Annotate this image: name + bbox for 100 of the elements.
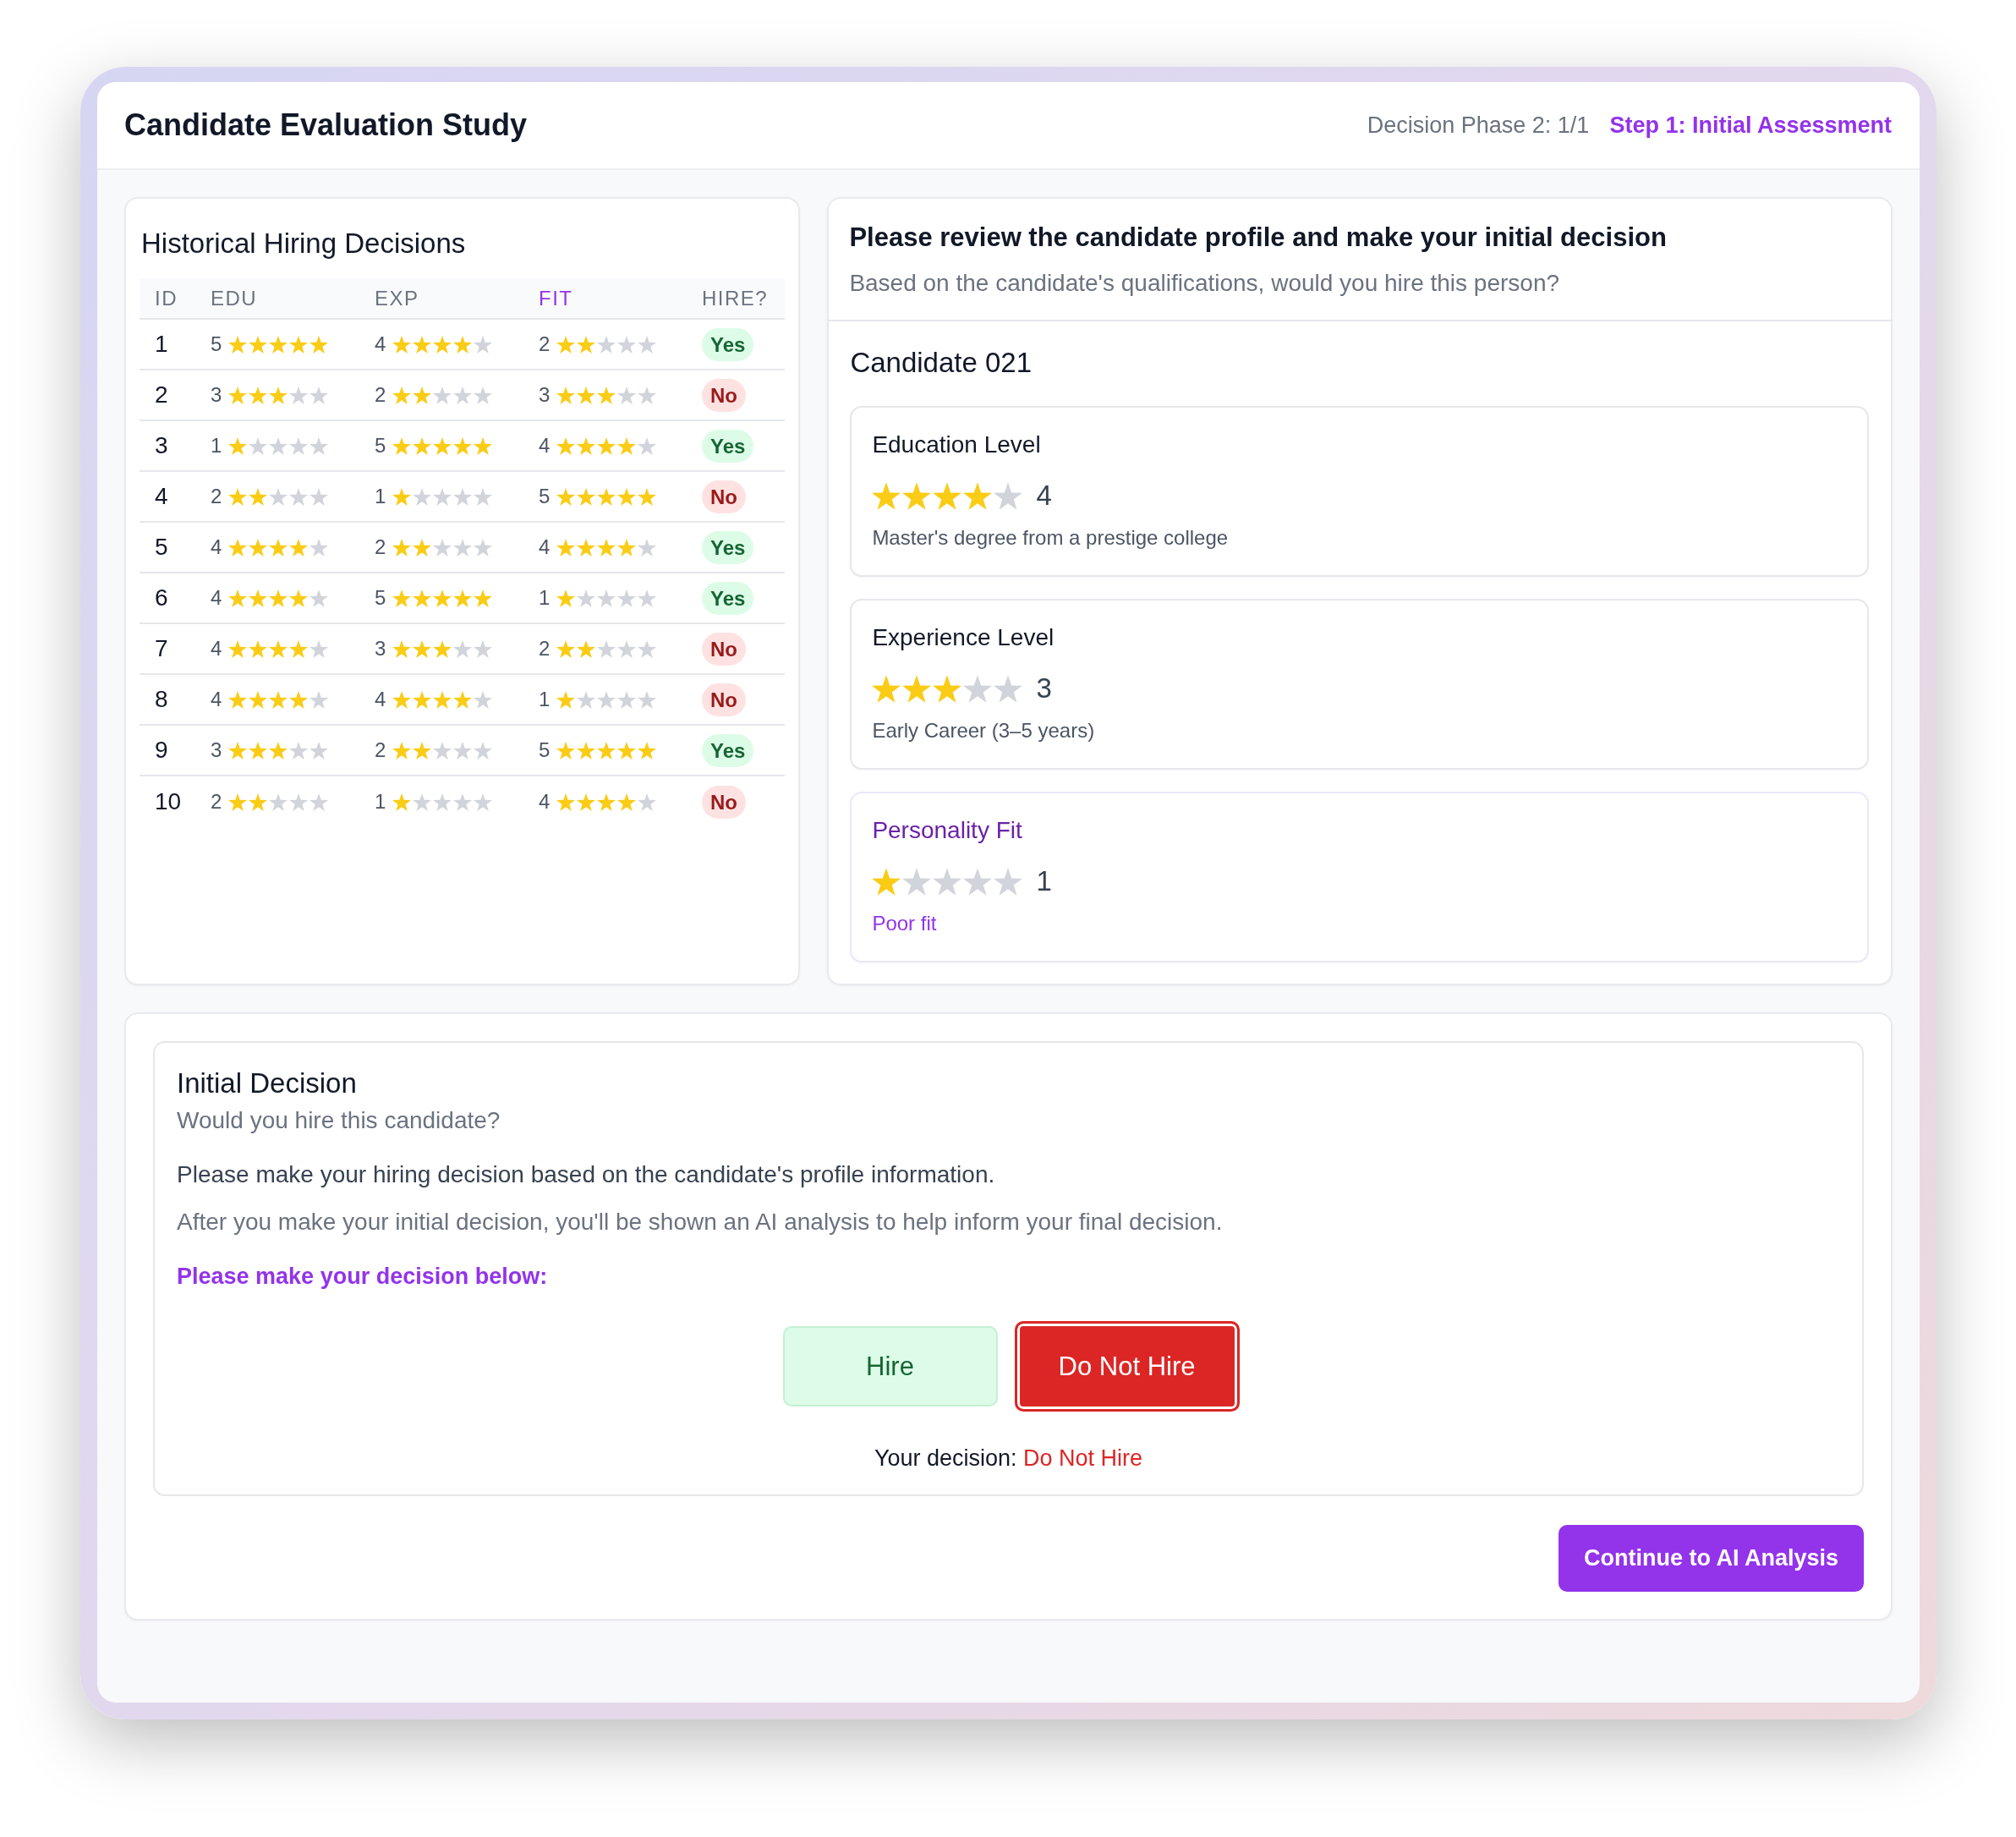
star-icon bbox=[228, 741, 248, 759]
attribute-label: Personality Fit bbox=[872, 816, 1022, 845]
star-icon bbox=[249, 335, 268, 354]
score-value: 2 bbox=[375, 535, 386, 559]
star-icon bbox=[289, 335, 309, 354]
reject-button[interactable]: Do Not Hire bbox=[1014, 1321, 1240, 1412]
hire-button[interactable]: Hire bbox=[782, 1326, 998, 1407]
star-icon bbox=[453, 741, 473, 759]
star-icon bbox=[577, 741, 596, 759]
outcome-badge: No bbox=[702, 480, 746, 513]
star-icon bbox=[228, 589, 248, 607]
star-icon bbox=[872, 481, 901, 510]
star-icon bbox=[269, 741, 288, 759]
star-icon bbox=[228, 639, 248, 658]
star-icon bbox=[249, 690, 268, 709]
star-icon bbox=[556, 538, 576, 557]
star-icon bbox=[617, 639, 637, 658]
score-value: 4 bbox=[375, 332, 386, 356]
star-icon bbox=[556, 741, 576, 759]
star-icon bbox=[310, 487, 329, 506]
star-icon bbox=[433, 639, 452, 658]
outcome-badge: No bbox=[702, 378, 746, 412]
star-icon bbox=[617, 538, 637, 557]
outcome-badge: Yes bbox=[702, 581, 754, 615]
column-header: HIRE? bbox=[702, 286, 769, 310]
id-cell: 2 bbox=[155, 381, 168, 409]
id-cell: 6 bbox=[155, 584, 168, 611]
star-icon bbox=[556, 690, 576, 709]
attribute-label: Education Level bbox=[872, 430, 1041, 459]
star-icon bbox=[933, 481, 962, 510]
star-icon bbox=[872, 867, 901, 896]
score-value: 4 bbox=[211, 637, 222, 661]
star-icon bbox=[638, 436, 657, 455]
star-icon bbox=[392, 589, 412, 607]
star-icon bbox=[556, 487, 576, 506]
decision-prompt: Please make your decision below: bbox=[177, 1263, 548, 1291]
column-header: EXP bbox=[375, 286, 419, 310]
star-icon bbox=[933, 674, 962, 703]
star-icon bbox=[638, 538, 657, 557]
star-icon bbox=[228, 386, 248, 404]
star-icon bbox=[556, 792, 576, 811]
attribute-score: 3 bbox=[1036, 672, 1052, 705]
star-icon bbox=[597, 335, 616, 354]
star-icon bbox=[474, 741, 493, 759]
continue-button[interactable]: Continue to AI Analysis bbox=[1558, 1525, 1864, 1592]
star-icon bbox=[597, 792, 616, 811]
star-icon bbox=[577, 538, 596, 557]
star-icon bbox=[413, 538, 432, 557]
star-icon bbox=[433, 487, 452, 506]
star-icon bbox=[413, 792, 432, 811]
star-icon bbox=[269, 386, 288, 404]
star-icon bbox=[638, 589, 657, 607]
score-value: 4 bbox=[211, 535, 222, 559]
score-value: 2 bbox=[211, 485, 222, 508]
attribute-label: Experience Level bbox=[872, 623, 1055, 652]
star-icon bbox=[872, 674, 901, 703]
star-icon bbox=[392, 792, 412, 811]
column-header: EDU bbox=[211, 286, 258, 310]
id-cell: 1 bbox=[155, 331, 168, 358]
star-icon bbox=[249, 436, 268, 455]
star-icon bbox=[597, 639, 616, 658]
star-icon bbox=[994, 481, 1023, 510]
outcome-badge: Yes bbox=[702, 530, 754, 564]
star-icon bbox=[433, 792, 452, 811]
page-title: Candidate Evaluation Study bbox=[124, 107, 528, 143]
decision-summary: Your decision: Do Not Hire bbox=[874, 1445, 1143, 1472]
star-icon bbox=[269, 487, 288, 506]
star-icon bbox=[249, 792, 268, 811]
id-cell: 10 bbox=[155, 788, 182, 815]
score-value: 2 bbox=[539, 332, 551, 356]
outcome-badge: No bbox=[702, 785, 746, 819]
star-icon bbox=[474, 436, 493, 455]
column-header: ID bbox=[155, 286, 178, 310]
star-icon bbox=[269, 436, 288, 455]
star-icon bbox=[994, 674, 1023, 703]
star-icon bbox=[433, 538, 452, 557]
outcome-badge: Yes bbox=[702, 733, 754, 767]
attribute-score: 4 bbox=[1036, 480, 1052, 512]
score-value: 1 bbox=[211, 434, 222, 458]
star-icon bbox=[617, 589, 637, 607]
star-icon bbox=[433, 436, 452, 455]
star-icon bbox=[474, 792, 493, 811]
star-icon bbox=[474, 386, 493, 404]
score-value: 3 bbox=[211, 383, 222, 407]
score-value: 3 bbox=[539, 383, 551, 407]
outcome-badge: Yes bbox=[702, 327, 754, 361]
star-icon bbox=[249, 487, 268, 506]
star-icon bbox=[963, 481, 993, 510]
star-icon bbox=[453, 436, 473, 455]
star-icon bbox=[310, 639, 329, 658]
star-icon bbox=[577, 436, 596, 455]
score-value: 5 bbox=[539, 738, 551, 762]
star-icon bbox=[228, 690, 248, 709]
star-icon bbox=[310, 589, 329, 607]
star-icon bbox=[413, 436, 432, 455]
star-icon bbox=[249, 386, 268, 404]
star-icon bbox=[597, 386, 616, 404]
id-cell: 9 bbox=[155, 737, 168, 764]
star-icon bbox=[269, 538, 288, 557]
star-icon bbox=[433, 690, 452, 709]
